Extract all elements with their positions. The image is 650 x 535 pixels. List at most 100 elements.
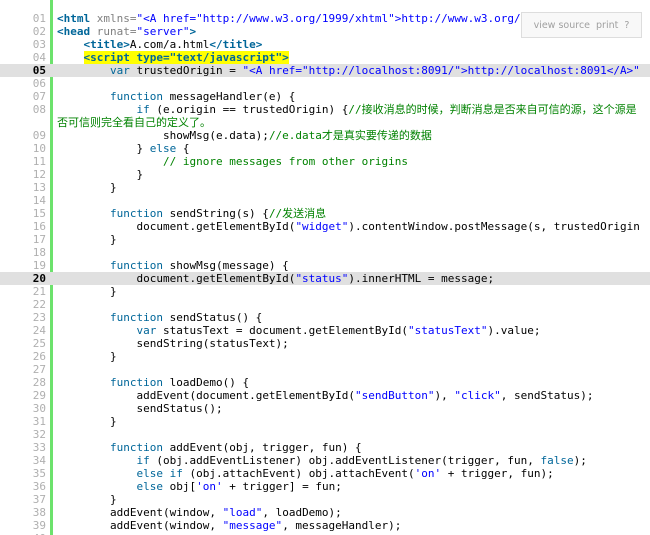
code-token: showMsg(message) {: [162, 259, 289, 272]
code-token: </title>: [209, 38, 263, 51]
code-lines: 01 <html xmlns="<A href="http://www.w3.or…: [0, 12, 650, 535]
view-source-link[interactable]: view source: [534, 20, 590, 31]
code-line: 17 }: [0, 233, 650, 246]
code-line: 35 else if (obj.attachEvent) obj.attachE…: [0, 467, 650, 480]
line-number: 11: [32, 155, 46, 168]
code-token: (obj.attachEvent) obj.attachEvent(: [182, 467, 415, 480]
help-link[interactable]: ?: [624, 20, 629, 31]
code-token: sendString(s) {: [162, 207, 269, 220]
line-number: 13: [32, 181, 46, 194]
code-line: 19 function showMsg(message) {: [0, 259, 650, 272]
line-number: 28: [32, 376, 46, 389]
code-line: 14: [0, 194, 650, 207]
code-line: 32: [0, 428, 650, 441]
line-number: 34: [32, 454, 46, 467]
code-token: else: [136, 480, 163, 493]
code-token: xmlns=: [90, 12, 137, 25]
line-number: 14: [32, 194, 46, 207]
code-token: addEvent(document.getElementById(: [136, 389, 356, 402]
code-token: sendStatus() {: [162, 311, 263, 324]
code-token: ).innerHTML = message;: [348, 272, 495, 285]
code-token: "sendButton": [355, 389, 435, 402]
code-line: 04 <script type="text/javascript">: [0, 51, 650, 64]
code-line: 24 var statusText = document.getElementB…: [0, 324, 650, 337]
line-number: 29: [32, 389, 46, 402]
code-token: var: [109, 64, 130, 77]
line-number: 33: [32, 441, 46, 454]
code-token: sendStatus();: [136, 402, 223, 415]
line-number: 06: [32, 77, 46, 90]
code-line: 11 // ignore messages from other origins: [0, 155, 650, 168]
line-number: 26: [32, 350, 46, 363]
code-token: function: [109, 441, 163, 454]
line-number: 08: [32, 103, 46, 116]
code-token: document.getElementById(: [136, 272, 296, 285]
line-number: 22: [32, 298, 46, 311]
print-link[interactable]: print: [596, 20, 618, 31]
code-token: ).contentWindow.postMessage(s, trustedOr…: [348, 220, 640, 233]
code-line: 31 }: [0, 415, 650, 428]
code-line: 37 }: [0, 493, 650, 506]
code-token: document.getElementById(: [136, 220, 296, 233]
code-toolbar: view source print ?: [521, 12, 642, 38]
line-number: 39: [32, 519, 46, 532]
code-token: <head: [57, 25, 91, 38]
code-line: 03 <title>A.com/a.html</title>: [0, 38, 650, 51]
code-line: 33 function addEvent(obj, trigger, fun) …: [0, 441, 650, 454]
line-number: 02: [32, 25, 46, 38]
code-token: (obj.addEventListener) obj.addEventListe…: [149, 454, 541, 467]
code-token: obj[: [162, 480, 197, 493]
line-number: 30: [32, 402, 46, 415]
code-token: + trigger] = fun;: [222, 480, 342, 493]
code-token: >: [189, 25, 197, 38]
code-comment: //发送消息: [268, 207, 327, 220]
code-token: <html: [57, 12, 91, 25]
line-number: 15: [32, 207, 46, 220]
line-number: 25: [32, 337, 46, 350]
code-token: );: [573, 454, 587, 467]
code-token: statusText = document.getElementById(: [156, 324, 409, 337]
code-token: }: [109, 233, 117, 246]
code-token: addEvent(obj, trigger, fun) {: [162, 441, 362, 454]
code-token: function: [109, 90, 163, 103]
code-line: 08 if (e.origin == trustedOrigin) {//接收消…: [0, 103, 650, 129]
code-line: 16 document.getElementById("widget").con…: [0, 220, 650, 233]
code-token: A.com/a.html: [129, 38, 210, 51]
line-number: 01: [32, 12, 46, 25]
code-line: 10 } else {: [0, 142, 650, 155]
code-token: addEvent(window,: [109, 519, 223, 532]
code-line: 34 if (obj.addEventListener) obj.addEven…: [0, 454, 650, 467]
code-token: if: [169, 467, 183, 480]
code-token: loadDemo() {: [162, 376, 250, 389]
code-token: "click": [454, 389, 501, 402]
code-token: <script type="text/javascript">: [83, 51, 289, 64]
code-token: "load": [222, 506, 263, 519]
code-line: 28 function loadDemo() {: [0, 376, 650, 389]
code-token: else: [149, 142, 177, 155]
code-token: var: [136, 324, 157, 337]
code-token: }: [109, 181, 117, 194]
code-line: 25 sendString(statusText);: [0, 337, 650, 350]
line-number: 27: [32, 363, 46, 376]
code-line: 15 function sendString(s) {//发送消息: [0, 207, 650, 220]
code-token: 'on': [414, 467, 442, 480]
line-number: 17: [32, 233, 46, 246]
code-token: }: [136, 142, 150, 155]
code-line: 22: [0, 298, 650, 311]
code-token: false: [540, 454, 574, 467]
line-number: 03: [32, 38, 46, 51]
code-token: "statusText": [408, 324, 488, 337]
code-line: 06: [0, 77, 650, 90]
code-token: messageHandler(e) {: [162, 90, 296, 103]
code-line: 09 showMsg(e.data);//e.data才是真实要传递的数据: [0, 129, 650, 142]
code-token: {: [176, 142, 190, 155]
code-token: showMsg(e.data);: [162, 129, 269, 142]
code-token: sendString(statusText);: [136, 337, 289, 350]
code-line-highlighted: 20 document.getElementById("status").inn…: [0, 272, 650, 285]
code-token: "<A href="http://localhost:8091/">http:/…: [242, 64, 640, 77]
code-token: }: [109, 493, 117, 506]
code-token: }: [109, 285, 117, 298]
code-line: 30 sendStatus();: [0, 402, 650, 415]
code-token: <title>: [83, 38, 130, 51]
